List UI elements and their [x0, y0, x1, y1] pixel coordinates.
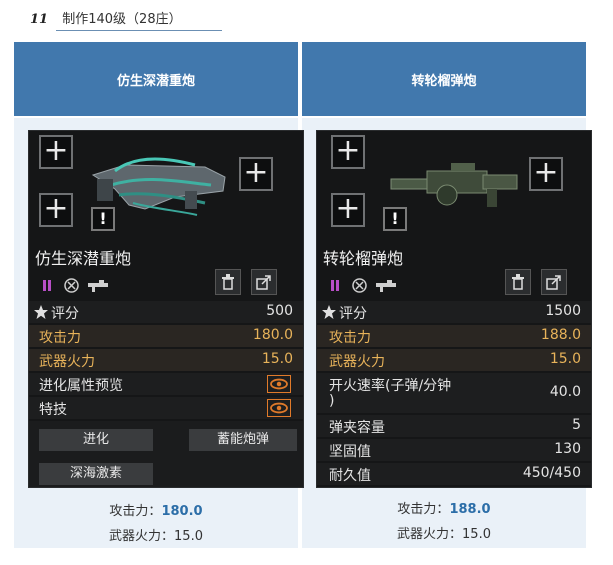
caption-attack-label: 攻击力： [109, 504, 162, 519]
section-header: 11 制作140级（28庄） [30, 8, 222, 31]
evolve-button[interactable]: 进化 [39, 429, 153, 451]
durability-value: 450/450 [522, 465, 581, 481]
firepower-value: 15.0 [261, 351, 293, 367]
attack-row: 攻击力 180.0 [29, 325, 303, 347]
weapon-image [390, 163, 518, 207]
firepower-row: 武器火力 15.0 [317, 349, 591, 371]
fire-rate-value: 40.0 [549, 384, 581, 400]
section-title: 制作140级（28庄） [62, 12, 182, 27]
rating-star-icon [34, 305, 48, 319]
fire-rate-label: 开火速率(子弹/分钟 [329, 378, 452, 394]
target-icon [352, 278, 367, 293]
caption-firepower-label: 武器火力： [109, 529, 175, 544]
trash-icon [222, 274, 234, 290]
column-header-2: 转轮榴弹炮 [302, 42, 586, 116]
weapon-name: 转轮榴弹炮 [323, 249, 404, 268]
firepower-value: 15.0 [549, 351, 581, 367]
solidity-value: 130 [554, 441, 581, 457]
share-icon [546, 275, 561, 290]
section-number: 11 [30, 12, 49, 27]
caption-attack-label: 攻击力： [397, 502, 450, 517]
trash-icon [512, 274, 524, 290]
add-slot-button[interactable]: + [331, 135, 365, 169]
deep-sea-hormone-button[interactable]: 深海激素 [39, 463, 153, 485]
caption-attack-2: 攻击力：188.0 [302, 498, 586, 517]
add-slot-button[interactable]: + [39, 135, 73, 169]
charge-shell-button[interactable]: 蓄能炮弹 [189, 429, 297, 451]
evolution-preview-row[interactable]: 进化属性预览 [29, 373, 303, 395]
rating-label: 评分 [51, 306, 79, 322]
add-slot-button[interactable]: + [331, 193, 365, 227]
fire-rate-label-cont: ) [329, 393, 335, 409]
share-icon [256, 275, 271, 290]
ammo-icon [43, 280, 51, 291]
gun-icon [376, 280, 396, 292]
weapon-image [91, 157, 226, 216]
share-button[interactable] [541, 269, 567, 295]
ammo-icon [331, 280, 339, 291]
solidity-label: 坚固值 [329, 444, 371, 460]
caption-firepower-2: 武器火力：15.0 [302, 523, 586, 542]
durability-label: 耐久值 [329, 468, 371, 484]
attack-row: 攻击力 188.0 [317, 325, 591, 347]
gun-icon [88, 280, 108, 292]
attack-value: 188.0 [540, 327, 581, 343]
firepower-row: 武器火力 15.0 [29, 349, 303, 371]
magazine-row: 弹夹容量 5 [317, 415, 591, 437]
delete-button[interactable] [505, 269, 531, 295]
magazine-label: 弹夹容量 [329, 420, 385, 436]
caption-firepower-label: 武器火力： [397, 527, 463, 542]
rating-label: 评分 [339, 306, 367, 322]
attack-label: 攻击力 [329, 330, 371, 346]
solidity-row: 坚固值 130 [317, 439, 591, 461]
rating-star-icon [322, 305, 336, 319]
column-header-1: 仿生深潜重炮 [14, 42, 298, 116]
magazine-value: 5 [572, 417, 581, 433]
add-slot-button[interactable]: + [239, 157, 273, 191]
add-slot-button[interactable]: + [529, 157, 563, 191]
attack-label: 攻击力 [39, 330, 81, 346]
caption-firepower-value: 15.0 [462, 527, 491, 542]
firepower-label: 武器火力 [329, 354, 385, 370]
header-underline [56, 30, 222, 31]
caption-firepower-value: 15.0 [174, 529, 203, 544]
weapon-card-1: + + + ! 仿生深潜重炮 评分 500 攻击力 180.0 武器火力 15.… [28, 130, 304, 488]
skill-row[interactable]: 特技 [29, 397, 303, 419]
delete-button[interactable] [215, 269, 241, 295]
firepower-label: 武器火力 [39, 354, 95, 370]
rating-row: 评分 1500 [317, 301, 591, 323]
caption-attack-value: 188.0 [449, 502, 491, 517]
weapon-name: 仿生深潜重炮 [35, 249, 132, 268]
eye-icon[interactable] [267, 375, 291, 393]
add-slot-button[interactable]: + [39, 193, 73, 227]
attack-value: 180.0 [252, 327, 293, 343]
eye-icon[interactable] [267, 399, 291, 417]
caption-firepower-1: 武器火力：15.0 [14, 525, 298, 544]
target-icon [64, 278, 79, 293]
fire-rate-row: 开火速率(子弹/分钟 ) 40.0 [317, 373, 591, 413]
weapon-card-2: + + + ! 转轮榴弹炮 评分 1500 攻击力 188.0 武器火力 15.… [316, 130, 592, 488]
durability-row: 耐久值 450/450 [317, 463, 591, 485]
caption-attack-value: 180.0 [161, 504, 203, 519]
rating-value: 500 [266, 303, 293, 319]
evolution-preview-label: 进化属性预览 [39, 378, 123, 394]
share-button[interactable] [251, 269, 277, 295]
rating-value: 1500 [545, 303, 581, 319]
caption-attack-1: 攻击力：180.0 [14, 500, 298, 519]
rating-row: 评分 500 [29, 301, 303, 323]
skill-label: 特技 [39, 402, 67, 418]
